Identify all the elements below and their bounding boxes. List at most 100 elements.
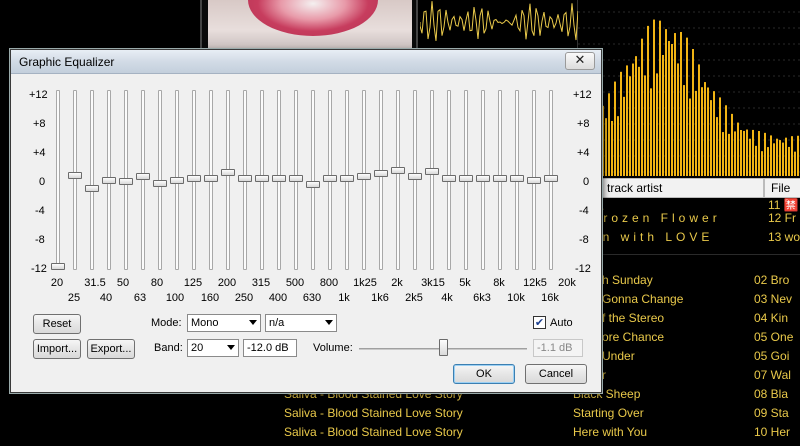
band-slider-thumb[interactable] [51, 263, 65, 270]
spectrum-bar [725, 105, 727, 176]
export-button[interactable]: Export... [87, 339, 135, 359]
band-slider[interactable] [238, 90, 252, 270]
band-slider-thumb[interactable] [544, 175, 558, 182]
band-slider[interactable] [289, 90, 303, 270]
band-slider-thumb[interactable] [170, 177, 184, 184]
band-slider-thumb[interactable] [272, 175, 286, 182]
spectrum-bar [629, 76, 631, 176]
band-slider-thumb[interactable] [374, 170, 388, 177]
freq-label: 2k5 [405, 292, 423, 304]
band-slider[interactable] [255, 90, 269, 270]
band-slider[interactable] [51, 90, 65, 270]
dialog-titlebar[interactable]: Graphic Equalizer ✕ [11, 50, 601, 74]
band-slider-thumb[interactable] [119, 178, 133, 185]
ok-button[interactable]: OK [453, 364, 515, 384]
band-slider[interactable] [306, 90, 320, 270]
band-slider[interactable] [374, 90, 388, 270]
freq-label: 31.5 [84, 277, 106, 289]
freq-label: 315 [251, 277, 271, 289]
spectrum-bar [602, 105, 604, 176]
band-slider[interactable] [408, 90, 422, 270]
band-slider[interactable] [544, 90, 558, 270]
graphic-equalizer-dialog: Graphic Equalizer ✕ +12 +8 +4 0 -4 -8 -1… [10, 49, 602, 393]
band-slider[interactable] [102, 90, 116, 270]
freq-label: 100 [165, 292, 185, 304]
band-slider-thumb[interactable] [102, 177, 116, 184]
band-slider[interactable] [442, 90, 456, 270]
band-slider[interactable] [204, 90, 218, 270]
volume-slider-thumb[interactable] [439, 339, 448, 356]
band-slider-thumb[interactable] [459, 175, 473, 182]
band-slider-thumb[interactable] [68, 172, 82, 179]
band-slider-thumb[interactable] [340, 175, 354, 182]
band-slider-thumb[interactable] [476, 175, 490, 182]
band-slider[interactable] [153, 90, 167, 270]
band-slider-thumb[interactable] [425, 168, 439, 175]
db-label: -12 [31, 263, 47, 275]
spectrum-bar [665, 29, 667, 176]
spectrum-bar [764, 132, 766, 176]
reset-button[interactable]: Reset [33, 314, 81, 334]
band-slider-thumb[interactable] [408, 173, 422, 180]
band-gain-field[interactable]: -12.0 dB [243, 339, 297, 357]
import-button[interactable]: Import... [33, 339, 81, 359]
spectrum-bar [698, 64, 700, 176]
cancel-button[interactable]: Cancel [525, 364, 587, 384]
video-frame [208, 0, 412, 50]
band-slider[interactable] [136, 90, 150, 270]
band-slider[interactable] [85, 90, 99, 270]
db-label: +8 [577, 118, 590, 130]
list-item[interactable]: Saliva - Blood Stained Love Story Here w… [200, 423, 800, 442]
band-slider[interactable] [187, 90, 201, 270]
band-slider[interactable] [221, 90, 235, 270]
list-item[interactable]: Saliva - Blood Stained Love Story Starti… [200, 404, 800, 423]
band-slider-thumb[interactable] [153, 180, 167, 187]
spectrum-bar [749, 138, 751, 176]
band-slider-thumb[interactable] [442, 175, 456, 182]
band-slider-thumb[interactable] [289, 175, 303, 182]
band-slider-thumb[interactable] [136, 173, 150, 180]
band-slider-thumb[interactable] [204, 175, 218, 182]
spectrum-bar [758, 131, 760, 176]
band-slider-thumb[interactable] [238, 175, 252, 182]
band-slider[interactable] [68, 90, 82, 270]
freq-label: 40 [99, 292, 113, 304]
band-label: Band: [154, 342, 183, 354]
band-slider-thumb[interactable] [527, 177, 541, 184]
band-slider[interactable] [391, 90, 405, 270]
band-slider[interactable] [459, 90, 473, 270]
band-select[interactable]: 20 [187, 339, 239, 357]
band-slider-thumb[interactable] [187, 175, 201, 182]
band-slider[interactable] [476, 90, 490, 270]
band-slider[interactable] [493, 90, 507, 270]
band-slider-thumb[interactable] [323, 175, 337, 182]
band-slider[interactable] [357, 90, 371, 270]
band-slider-thumb[interactable] [255, 175, 269, 182]
db-label: 0 [39, 176, 46, 188]
band-slider[interactable] [340, 90, 354, 270]
band-slider[interactable] [425, 90, 439, 270]
band-slider-thumb[interactable] [221, 169, 235, 176]
band-slider[interactable] [119, 90, 133, 270]
spectrum-bar [683, 85, 685, 176]
mode-select[interactable]: Mono [187, 314, 261, 332]
band-slider-thumb[interactable] [85, 185, 99, 192]
band-slider-thumb[interactable] [493, 175, 507, 182]
column-header-file-name[interactable]: File na [764, 178, 800, 213]
band-slider-thumb[interactable] [391, 167, 405, 174]
band-slider[interactable] [170, 90, 184, 270]
mode2-select[interactable]: n/a [265, 314, 337, 332]
band-slider-thumb[interactable] [510, 175, 524, 182]
band-slider[interactable] [272, 90, 286, 270]
spectrum-bar [707, 87, 709, 176]
spectrum-bar [797, 135, 799, 176]
band-slider[interactable] [510, 90, 524, 270]
column-header-track-artist[interactable]: track artist [600, 178, 764, 198]
spectrum-bar [671, 43, 673, 176]
close-button[interactable]: ✕ [565, 52, 595, 70]
band-slider[interactable] [527, 90, 541, 270]
auto-checkbox[interactable]: ✔ [533, 316, 546, 329]
band-slider[interactable] [323, 90, 337, 270]
band-slider-thumb[interactable] [357, 173, 371, 180]
band-slider-thumb[interactable] [306, 181, 320, 188]
